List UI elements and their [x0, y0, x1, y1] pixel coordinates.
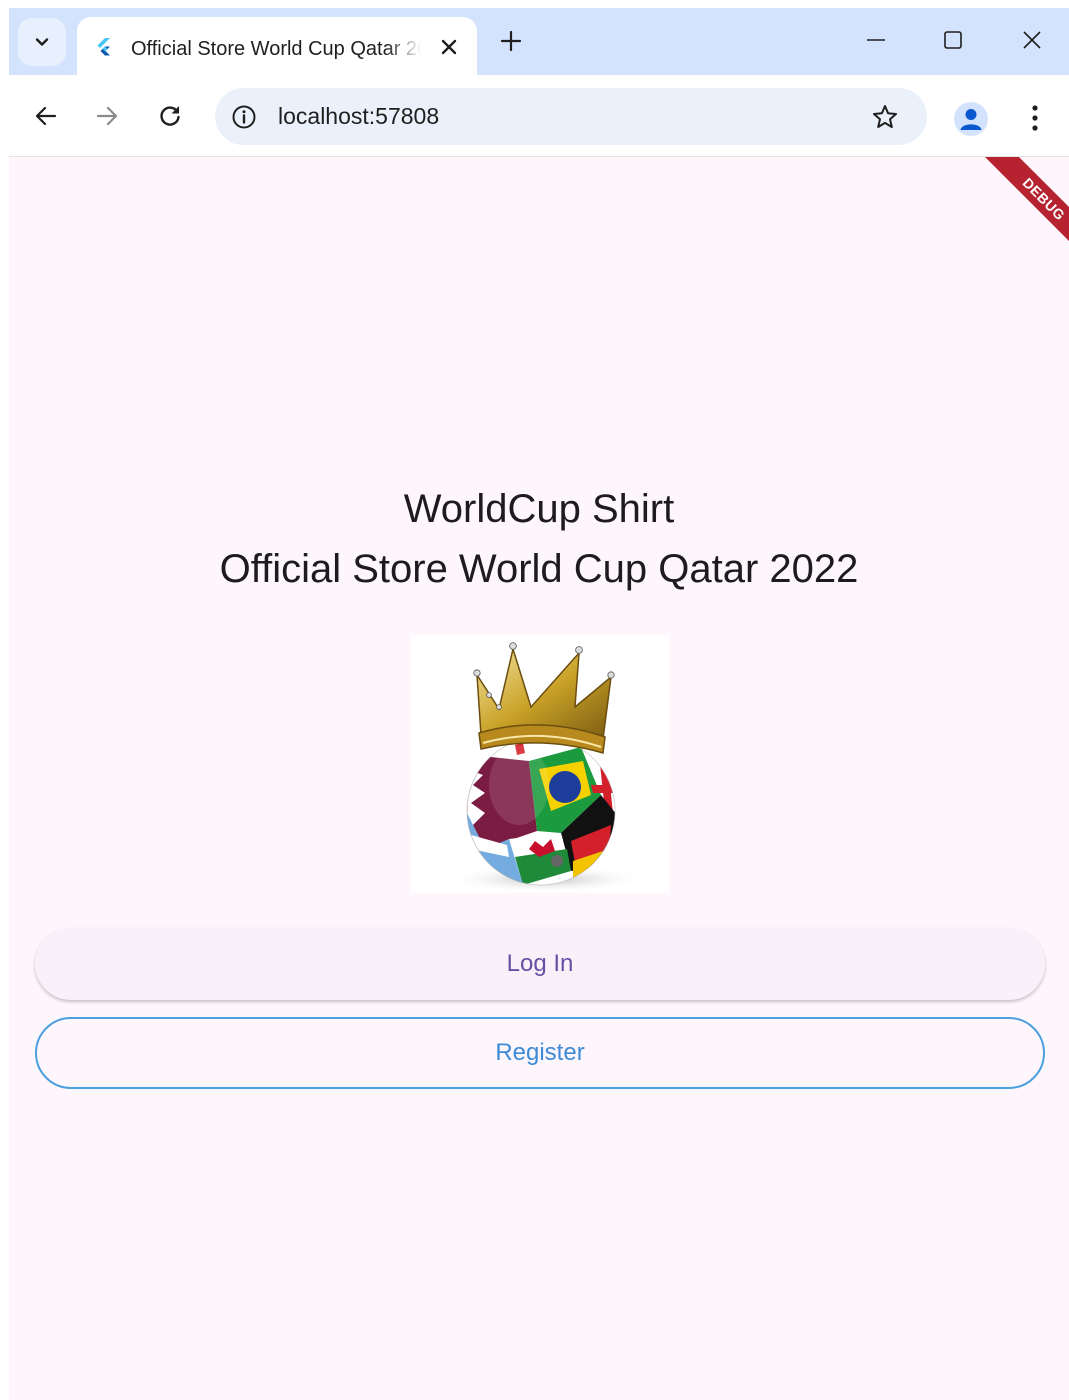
tab-search-icon: [35, 38, 49, 46]
active-tab[interactable]: Official Store World Cup Qatar 2022: [77, 17, 477, 75]
forward-arrow-icon[interactable]: [94, 103, 120, 129]
minimize-icon[interactable]: [864, 28, 888, 52]
back-arrow-icon[interactable]: [33, 103, 59, 129]
login-button[interactable]: Log In: [35, 928, 1045, 1000]
profile-button[interactable]: [954, 102, 988, 136]
tab-search-button[interactable]: [18, 18, 66, 66]
flutter-logo-icon: [97, 38, 110, 56]
app-content: DEBUG WorldCup Shirt Official Store Worl…: [9, 157, 1069, 1400]
page-title: WorldCup Shirt: [403, 487, 675, 531]
crowned-football-image: [446, 642, 646, 893]
address-bar[interactable]: localhost:57808: [215, 88, 927, 145]
maximize-icon[interactable]: [941, 28, 965, 52]
page-subtitle: Official Store World Cup Qatar 2022: [219, 547, 859, 591]
profile-icon: [960, 109, 982, 130]
debug-banner: DEBUG: [982, 157, 1069, 261]
browser-toolbar: localhost:57808: [9, 75, 1069, 157]
plus-icon[interactable]: [499, 29, 523, 53]
window-close-icon[interactable]: [1020, 28, 1044, 52]
hero-image: [411, 635, 669, 893]
url-text[interactable]: localhost:57808: [278, 103, 439, 130]
star-icon[interactable]: [871, 103, 899, 131]
register-button[interactable]: Register: [35, 1017, 1045, 1089]
browser-window: Official Store World Cup Qatar 2022 loca…: [9, 8, 1069, 1400]
tab-strip: Official Store World Cup Qatar 2022: [9, 8, 1069, 75]
more-vert-icon[interactable]: [1022, 103, 1048, 133]
info-icon[interactable]: [231, 104, 257, 130]
reload-icon[interactable]: [157, 103, 183, 129]
close-icon[interactable]: [437, 35, 461, 59]
tab-title: Official Store World Cup Qatar 2022: [131, 38, 421, 60]
